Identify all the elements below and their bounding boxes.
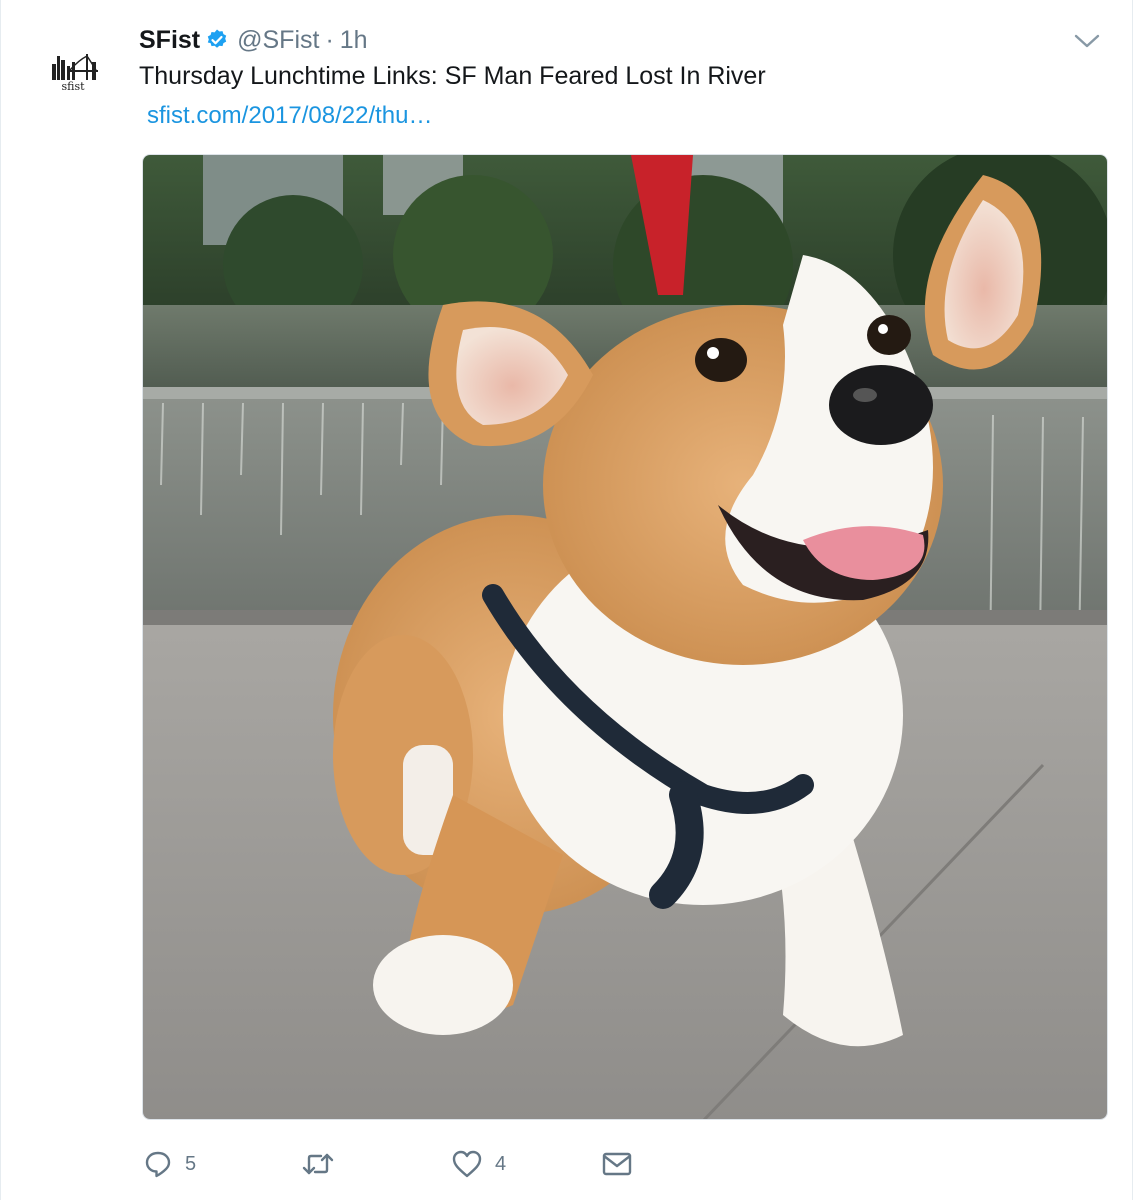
tweet-actions: 5 4 (143, 1146, 633, 1182)
message-icon (602, 1152, 632, 1176)
skyline-logo-icon (52, 53, 98, 80)
direct-message-button[interactable] (601, 1149, 633, 1179)
tweet-card[interactable]: sfist SFist @SFist · 1h Thursday Lunchti… (0, 0, 1133, 1200)
verified-badge-icon (205, 28, 229, 52)
like-count: 4 (495, 1152, 507, 1175)
reply-button[interactable]: 5 (143, 1149, 301, 1179)
avatar[interactable]: sfist (41, 38, 105, 102)
tweet-photo[interactable] (142, 154, 1108, 1120)
tweet-link[interactable]: sfist.com/2017/08/22/thu… (147, 102, 433, 130)
like-icon (452, 1150, 482, 1178)
avatar-wordmark: sfist (61, 79, 85, 93)
header-separator: · (325, 25, 334, 54)
account-handle[interactable]: @SFist (237, 26, 319, 55)
retweet-button[interactable] (301, 1149, 451, 1179)
reply-icon (145, 1151, 171, 1178)
tweet-header: SFist @SFist · 1h (139, 24, 368, 56)
tweet-timestamp[interactable]: 1h (340, 26, 368, 55)
like-button[interactable]: 4 (451, 1149, 601, 1179)
more-options-chevron-down-icon[interactable] (1072, 30, 1102, 52)
tweet-text: Thursday Lunchtime Links: SF Man Feared … (139, 62, 766, 90)
reply-count: 5 (185, 1152, 197, 1175)
corgi-photo (143, 155, 1107, 1119)
retweet-icon (302, 1153, 334, 1175)
account-name[interactable]: SFist (139, 26, 200, 55)
